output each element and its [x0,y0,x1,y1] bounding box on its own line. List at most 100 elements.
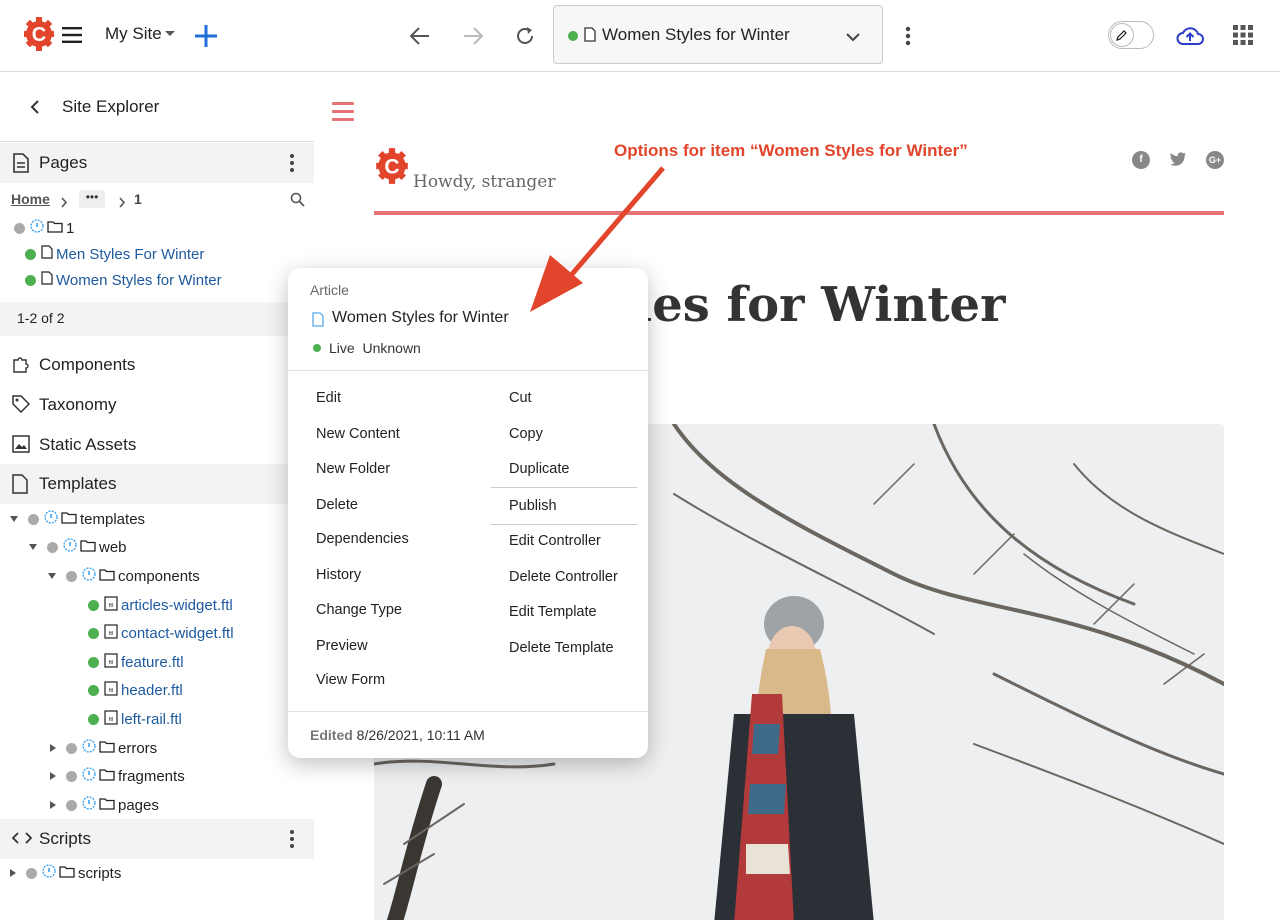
publish-cloud-icon[interactable] [1175,22,1205,48]
expand-caret-icon[interactable] [10,516,18,522]
apps-grid-icon[interactable] [1232,24,1254,46]
menu-item-delete-template[interactable]: Delete Template [509,640,614,656]
sidebar-item-static-assets[interactable]: Static Assets [0,425,314,465]
expand-caret-icon[interactable] [10,869,16,877]
menu-item-view-form[interactable]: View Form [316,672,385,688]
tree-item-label: feature.ftl [121,653,184,671]
tree-item-file[interactable]: ftl contact-widget.ftl [88,621,234,645]
tree-item-folder[interactable]: scripts [10,861,121,885]
menu-item-edit-controller[interactable]: Edit Controller [509,533,601,549]
clock-icon [30,219,44,237]
google-plus-icon[interactable]: G+ [1206,151,1224,169]
crafter-logo-icon[interactable]: C [22,15,56,53]
expand-caret-icon[interactable] [29,544,37,550]
kebab-icon[interactable] [282,829,302,849]
refresh-icon[interactable] [513,24,537,48]
tree-item-file[interactable]: ftl left-rail.ftl [88,707,182,731]
folder-icon [99,797,115,814]
tree-item-file[interactable]: ftl articles-widget.ftl [88,593,233,617]
chevron-left-icon[interactable] [30,100,40,119]
breadcrumb-home[interactable]: Home [11,191,50,207]
menu-item-copy[interactable]: Copy [509,426,543,442]
expand-caret-icon[interactable] [48,573,56,579]
forward-icon[interactable] [461,24,485,48]
status-dot [28,513,39,525]
site-switcher-caret-icon[interactable] [165,31,175,36]
expand-caret-icon[interactable] [50,772,56,780]
search-icon[interactable] [290,192,305,212]
folder-icon [99,768,115,785]
kebab-icon[interactable] [282,153,302,173]
tree-item-folder[interactable]: errors [50,736,157,760]
menu-item-preview[interactable]: Preview [316,638,368,654]
menu-item-new-content[interactable]: New Content [316,426,400,442]
sidebar-item-templates[interactable]: Templates [0,464,314,504]
crafter-logo-icon: C [374,146,410,191]
sidebar-item-label: Pages [39,153,88,172]
tree-item-folder[interactable]: components [48,564,200,588]
edited-label: Edited [310,727,353,743]
article-title: les for Winter [634,277,1006,333]
menu-item-delete[interactable]: Delete [316,497,358,513]
menu-divider [288,370,648,371]
menu-item-new-folder[interactable]: New Folder [316,461,390,477]
live-status-dot [88,713,99,725]
tree-item-folder[interactable]: web [29,535,127,559]
sidebar-item-scripts[interactable]: Scripts [0,819,314,859]
tree-item-folder[interactable]: templates [10,507,145,531]
address-bar[interactable]: Women Styles for Winter [553,5,883,64]
tree-item-file[interactable]: ftl feature.ftl [88,650,184,674]
clock-icon [82,739,96,757]
tree-item-folder[interactable]: pages [50,793,159,817]
twitter-icon[interactable] [1169,151,1187,169]
tree-item-file[interactable]: ftl header.ftl [88,678,183,702]
status-dot [47,541,58,553]
menu-icon[interactable] [332,102,354,126]
header-divider [374,211,1224,215]
tree-item-page[interactable]: Women Styles for Winter [25,268,222,292]
status-live: Live [329,340,355,356]
pagination: 1-2 of 2 [0,302,290,336]
tree-item-folder[interactable]: 1 [14,216,74,240]
svg-text:ftl: ftl [109,631,113,637]
menu-item-publish[interactable]: Publish [509,498,557,514]
tree-item-label: templates [80,510,146,528]
chevron-down-icon[interactable] [846,29,860,47]
page-icon [584,27,596,47]
live-status-dot [313,344,321,352]
folder-icon [99,568,115,585]
facebook-icon[interactable]: f [1132,151,1150,169]
sidebar-item-label: Taxonomy [39,395,117,414]
expand-caret-icon[interactable] [50,801,56,809]
status-dot [14,222,25,234]
sidebar-item-components[interactable]: Components [0,345,314,385]
tree-item-page[interactable]: Men Styles For Winter [25,242,204,266]
svg-text:ftl: ftl [109,603,113,609]
breadcrumb-ellipsis[interactable]: ••• [79,190,105,208]
content-type-label: Article [310,282,349,298]
menu-item-history[interactable]: History [316,567,361,583]
add-icon[interactable] [193,23,219,49]
menu-item-edit-template[interactable]: Edit Template [509,604,597,620]
menu-item-duplicate[interactable]: Duplicate [509,461,569,477]
menu-icon[interactable] [61,25,83,45]
breadcrumb-current[interactable]: 1 [134,191,142,207]
sidebar-item-taxonomy[interactable]: Taxonomy [0,385,314,425]
menu-item-edit[interactable]: Edit [316,390,341,406]
edit-mode-toggle[interactable] [1108,21,1154,49]
expand-caret-icon[interactable] [50,744,56,752]
menu-item-cut[interactable]: Cut [509,390,532,406]
site-switcher[interactable]: My Site [105,24,162,44]
back-icon[interactable] [408,24,432,48]
menu-item-dependencies[interactable]: Dependencies [316,531,409,547]
image-icon [12,435,32,455]
menu-item-change-type[interactable]: Change Type [316,602,402,618]
sidebar-item-pages[interactable]: Pages [0,143,314,183]
tree-item-label: contact-widget.ftl [121,624,234,642]
kebab-icon[interactable] [898,24,918,48]
ftl-file-icon: ftl [104,652,118,672]
tree-item-folder[interactable]: fragments [50,764,185,788]
menu-item-delete-controller[interactable]: Delete Controller [509,569,618,585]
page-icon [41,245,53,263]
ftl-file-icon: ftl [104,680,118,700]
